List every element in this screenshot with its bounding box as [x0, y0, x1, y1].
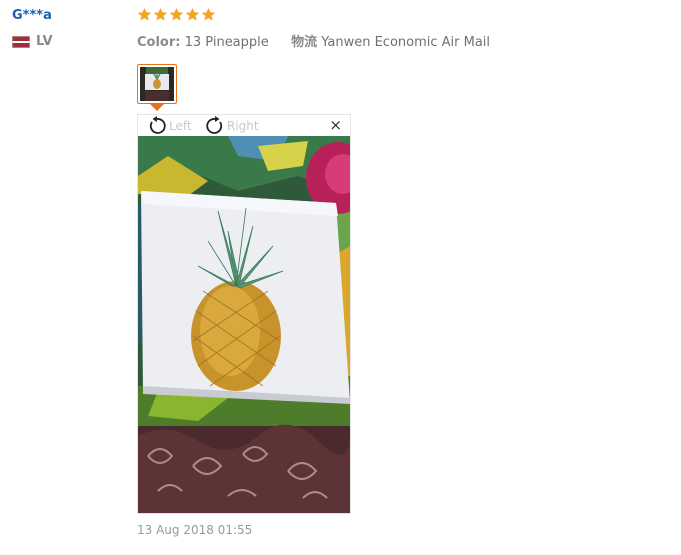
rotate-left-label: Left	[169, 119, 192, 133]
country-code: LV	[36, 34, 53, 49]
reviewer-country: LV	[12, 34, 53, 49]
review-photo	[138, 136, 350, 513]
star-icon	[201, 7, 216, 21]
review-photo-thumbnail[interactable]	[137, 64, 177, 104]
star-icon	[169, 7, 184, 21]
rotate-right-icon	[206, 116, 223, 134]
thumbnail-image	[140, 67, 174, 101]
review-details: Color: 13 Pineapple 物流 Yanwen Economic A…	[137, 31, 490, 50]
viewer-toolbar: Left Right ×	[138, 115, 350, 135]
thumbnail-pointer	[150, 104, 164, 111]
shipping-label: 物流	[291, 35, 318, 50]
reviewer-name[interactable]: G***a	[12, 8, 52, 23]
color-label: Color:	[137, 35, 181, 50]
star-icon	[185, 7, 200, 21]
star-icon	[153, 7, 168, 21]
rotate-left-button[interactable]: Left	[146, 116, 192, 136]
rotate-right-label: Right	[227, 119, 259, 133]
photo-viewer: Left Right ×	[137, 114, 351, 514]
review-date: 13 Aug 2018 01:55	[137, 523, 253, 537]
rotate-right-button[interactable]: Right	[204, 116, 259, 136]
color-value: 13 Pineapple	[184, 35, 269, 50]
flag-latvia-icon	[12, 35, 30, 48]
star-rating	[137, 7, 216, 22]
star-icon	[137, 7, 152, 21]
shipping-value: Yanwen Economic Air Mail	[321, 35, 491, 50]
rotate-left-icon	[149, 116, 166, 134]
close-icon[interactable]: ×	[329, 116, 342, 134]
